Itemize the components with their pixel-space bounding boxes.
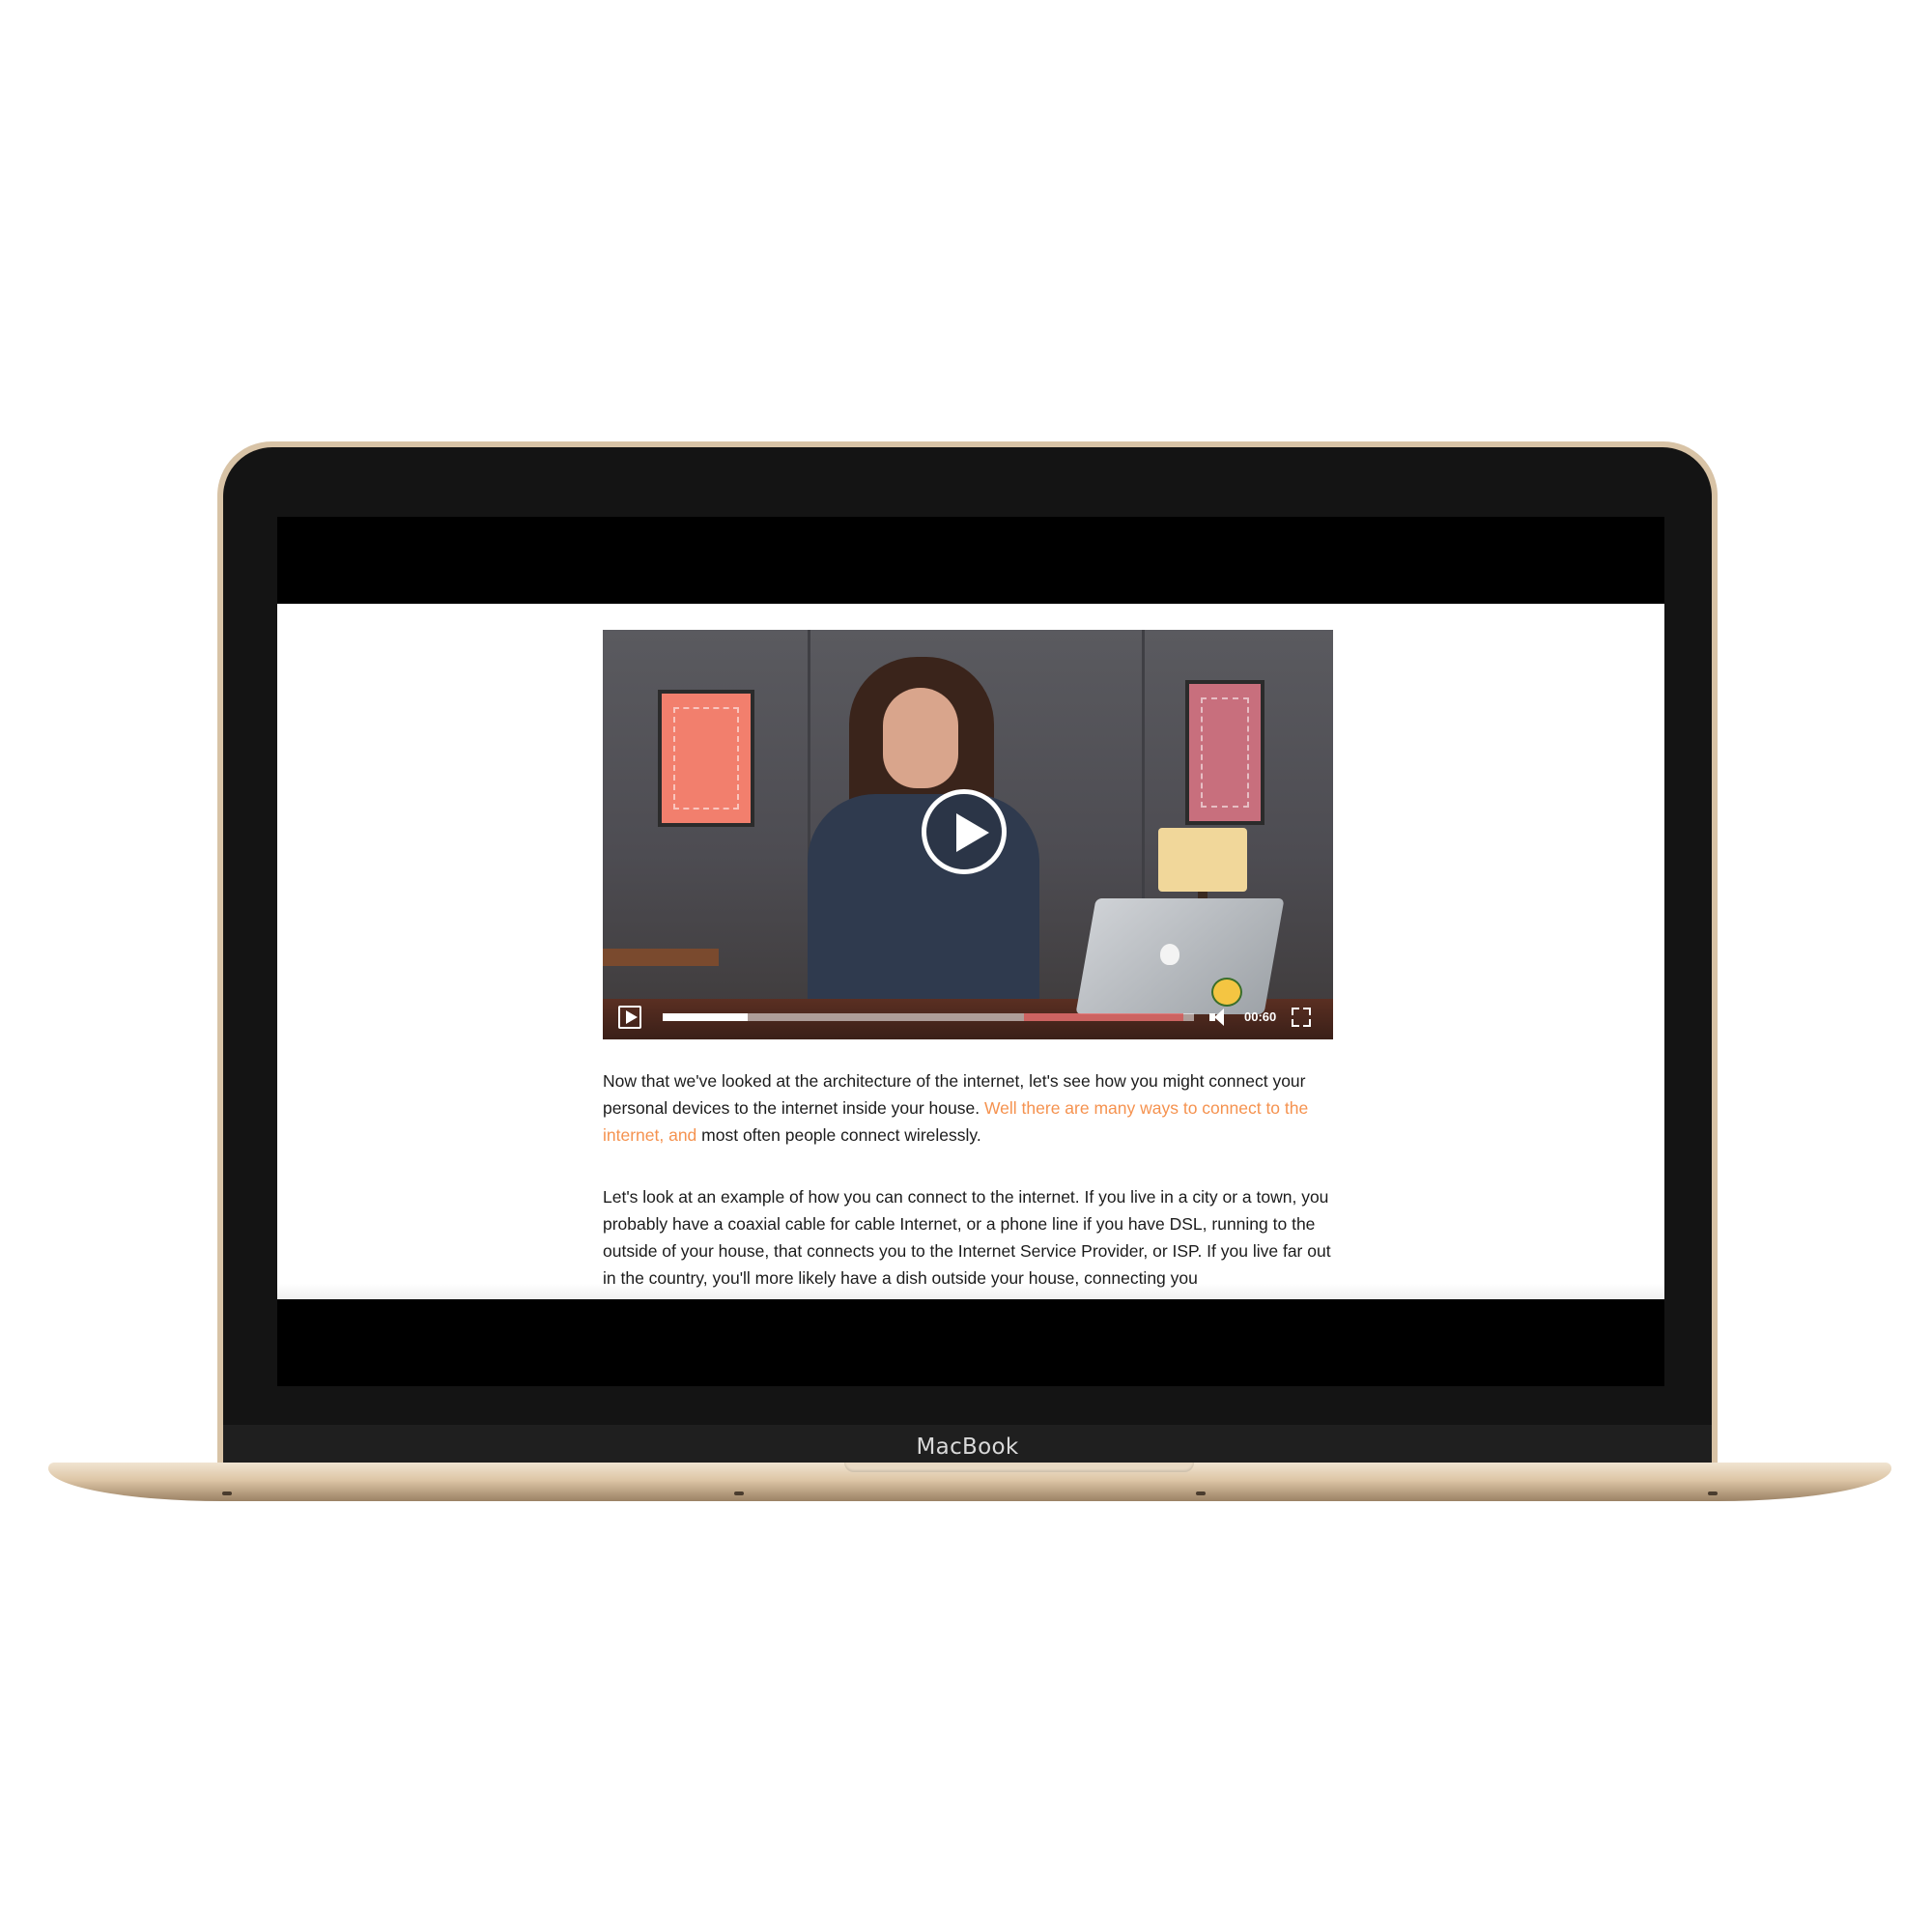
paragraph-text: most often people connect wirelessly.	[696, 1125, 981, 1145]
laptop-foot	[734, 1492, 744, 1495]
play-icon[interactable]	[618, 1006, 641, 1029]
page-fade	[277, 1284, 1664, 1299]
lid-notch	[844, 1463, 1194, 1472]
apple-logo-icon	[1160, 944, 1179, 965]
play-circle-icon[interactable]	[922, 789, 1007, 874]
presenter-face	[883, 688, 958, 788]
progress-buffer	[1024, 1013, 1183, 1021]
fullscreen-icon[interactable]	[1292, 1008, 1311, 1027]
video-player[interactable]: 00:60	[603, 630, 1333, 1039]
laptop-foot	[1196, 1492, 1206, 1495]
wall-poster	[1185, 680, 1264, 825]
progress-bar[interactable]	[663, 1013, 1194, 1021]
article-body: Now that we've looked at the architectur…	[603, 1067, 1337, 1299]
laptop-chin: MacBook	[223, 1425, 1712, 1465]
laptop-screen: 00:60 Now that we've looked at the archi…	[277, 517, 1664, 1386]
paragraph: Let's look at an example of how you can …	[603, 1183, 1337, 1292]
video-time: 00:60	[1244, 1009, 1277, 1024]
paragraph-text: Let's look at an example of how you can …	[603, 1187, 1331, 1288]
laptop-foot	[1708, 1492, 1718, 1495]
lamp	[1158, 828, 1247, 892]
laptop-foot	[222, 1492, 232, 1495]
brand-label: MacBook	[916, 1435, 1019, 1460]
video-controls: 00:60	[603, 997, 1333, 1039]
progress-fill	[663, 1013, 748, 1021]
volume-icon[interactable]	[1209, 1008, 1231, 1027]
laptop-base	[48, 1463, 1891, 1501]
wall-poster	[658, 690, 754, 827]
product-mockup: MacBook 00:60 Now that we've looked at t…	[0, 0, 1932, 1932]
side-table	[603, 949, 719, 966]
web-page: 00:60 Now that we've looked at the archi…	[277, 604, 1664, 1299]
paragraph: Now that we've looked at the architectur…	[603, 1067, 1337, 1149]
